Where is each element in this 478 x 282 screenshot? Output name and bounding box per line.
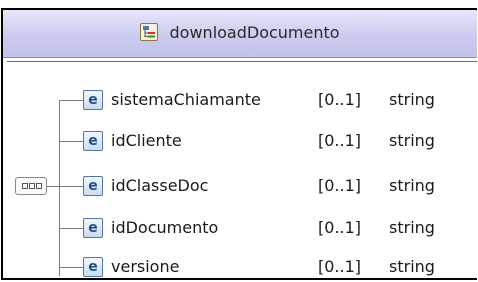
element-row[interactable]: e idClasseDoc [0..1] string — [3, 171, 477, 201]
element-type: string — [389, 218, 435, 237]
element-cardinality: [0..1] — [318, 90, 362, 109]
element-type: string — [389, 176, 435, 195]
element-icon: e — [83, 131, 103, 151]
element-name: idDocumento — [111, 218, 219, 237]
complex-type-header[interactable]: downloadDocumento — [3, 10, 477, 58]
branch-connector — [59, 186, 83, 187]
element-row[interactable]: e idDocumento [0..1] string — [3, 213, 477, 243]
branch-connector — [59, 100, 83, 101]
element-type: string — [389, 257, 435, 276]
complex-type-icon — [140, 22, 159, 41]
element-row[interactable]: e versione [0..1] string — [3, 252, 477, 282]
complex-type-header-content: downloadDocumento — [3, 22, 477, 46]
element-type: string — [389, 90, 435, 109]
branch-connector — [59, 267, 83, 268]
element-icon: e — [83, 257, 103, 277]
complex-type-name: downloadDocumento — [169, 23, 340, 42]
element-icon: e — [83, 176, 103, 196]
branch-connector — [59, 141, 83, 142]
complex-type-box: downloadDocumento e sistemaChiamante [0.… — [1, 8, 477, 280]
element-name: versione — [111, 257, 180, 276]
branch-connector — [59, 228, 83, 229]
element-icon: e — [83, 90, 103, 110]
element-name: idClasseDoc — [111, 176, 209, 195]
element-name: idCliente — [111, 131, 182, 150]
element-cardinality: [0..1] — [318, 131, 362, 150]
element-row[interactable]: e idCliente [0..1] string — [3, 126, 477, 156]
element-cardinality: [0..1] — [318, 218, 362, 237]
element-row[interactable]: e sistemaChiamante [0..1] string — [3, 85, 477, 115]
element-cardinality: [0..1] — [318, 257, 362, 276]
element-cardinality: [0..1] — [318, 176, 362, 195]
element-type: string — [389, 131, 435, 150]
header-separator — [7, 61, 477, 62]
element-name: sistemaChiamante — [111, 90, 261, 109]
element-icon: e — [83, 218, 103, 238]
